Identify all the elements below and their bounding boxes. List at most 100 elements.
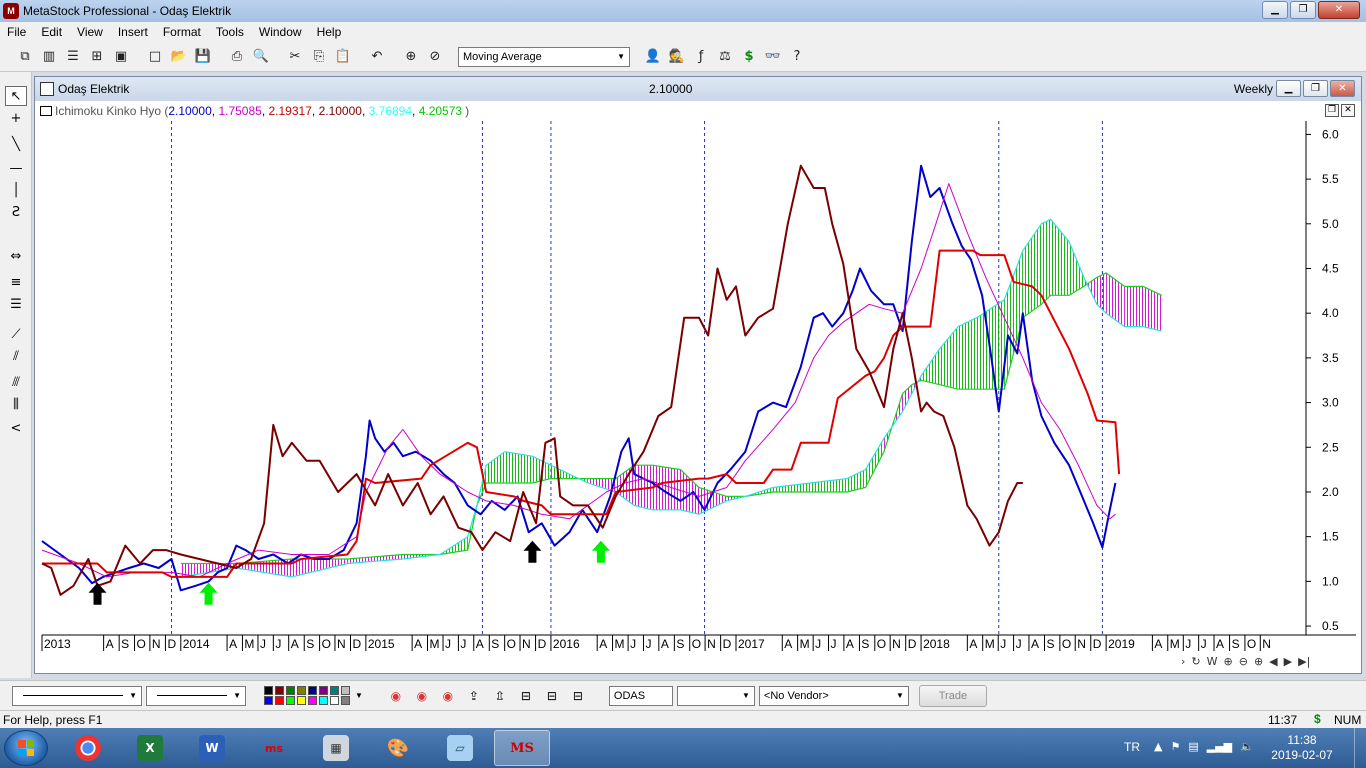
text-tool-icon[interactable]: Ƨ: [5, 202, 27, 222]
chart-close-button[interactable]: ✕: [1330, 80, 1355, 97]
language-indicator[interactable]: TR: [1124, 740, 1140, 754]
color-swatch[interactable]: [330, 686, 339, 695]
horizontal-line-tool-icon[interactable]: —: [5, 158, 27, 178]
tile-vertical-icon[interactable]: ▥: [38, 46, 60, 68]
color-swatch[interactable]: [330, 696, 339, 705]
show-hidden-icon[interactable]: ▲: [1154, 740, 1162, 753]
color-swatch[interactable]: [297, 686, 306, 695]
scroll-left-small-icon[interactable]: ›: [1181, 655, 1185, 668]
print-preview-icon[interactable]: 🔍: [250, 46, 272, 68]
minimize-button[interactable]: ▁: [1262, 1, 1288, 19]
scroll-bars-icon[interactable]: ↻: [1191, 655, 1200, 668]
taskbar-word[interactable]: W: [184, 730, 240, 766]
periodicity-select[interactable]: ▼: [676, 685, 755, 706]
cycle-lines-icon[interactable]: ⫼: [5, 394, 27, 414]
volume-icon[interactable]: 🔈: [1240, 740, 1254, 753]
line-weight-select[interactable]: ▼: [146, 685, 246, 706]
scroll-end-icon[interactable]: ▶|: [1298, 655, 1310, 668]
dollar-icon[interactable]: $: [738, 46, 760, 68]
scroll-tool-icon[interactable]: ⇔: [5, 246, 27, 266]
zoom-in-icon[interactable]: ⊕: [1254, 655, 1263, 668]
binoculars-icon[interactable]: 👓: [762, 46, 784, 68]
trade-button[interactable]: Trade: [918, 684, 987, 707]
color-palette[interactable]: [264, 686, 351, 705]
expert-advisor-icon[interactable]: 👤: [642, 46, 664, 68]
symbol-field[interactable]: ODAS: [608, 685, 673, 706]
parallel-lines-icon[interactable]: ⫻: [5, 372, 27, 392]
fibonacci-retracement-icon[interactable]: ≡: [5, 272, 27, 292]
maximize-button[interactable]: ❐: [1290, 1, 1316, 19]
gann-fan-icon[interactable]: ⫽: [5, 346, 27, 366]
zoom-out-icon[interactable]: ⊖: [1239, 655, 1248, 668]
cascade-icon[interactable]: ⧉: [14, 46, 36, 68]
chart-window[interactable]: 6.0 5.5 5.0 4.5 4.0 3.5 3.0 2.5 2.0 1.5 1.0 0.5 2013…: [34, 76, 1362, 674]
crosshair-tool-icon[interactable]: +: [5, 108, 27, 128]
chrome-icon[interactable]: ◉: [385, 686, 407, 706]
speed-lines-icon[interactable]: ⟋: [5, 324, 27, 344]
tile-grid-icon[interactable]: ⊞: [86, 46, 108, 68]
zoom-reset-icon[interactable]: ⊕: [1224, 655, 1233, 668]
menu-insert[interactable]: Insert: [111, 22, 156, 42]
window-bottom-icon[interactable]: ⊟: [567, 686, 589, 706]
insert-below-icon[interactable]: ⇫: [489, 686, 511, 706]
color-swatch[interactable]: [341, 696, 350, 705]
scroll-right-icon[interactable]: ▶: [1284, 655, 1292, 668]
chevron-down-icon[interactable]: ▼: [355, 691, 363, 700]
crosshair-icon[interactable]: ⊕: [400, 46, 422, 68]
network-signal-icon[interactable]: ▂▄▆: [1207, 740, 1232, 753]
inner-close-button[interactable]: ✕: [1341, 104, 1355, 117]
chart-minimize-button[interactable]: ▁: [1276, 80, 1301, 97]
taskbar-notepad[interactable]: ▱: [432, 730, 488, 766]
zoom-icon[interactable]: ⊘: [424, 46, 446, 68]
menu-help[interactable]: Help: [310, 22, 350, 42]
vendor-select[interactable]: <No Vendor> ▼: [758, 685, 909, 706]
help-pointer-icon[interactable]: ?: [786, 46, 808, 68]
color-swatch[interactable]: [264, 696, 273, 705]
indicator-legend[interactable]: Ichimoku Kinko Hyo ( 2.10000, 1.75085, 2…: [40, 103, 469, 119]
copy-icon[interactable]: ⎘: [308, 46, 330, 68]
line-style-select[interactable]: ▼: [12, 685, 142, 706]
undo-icon[interactable]: ↶: [366, 46, 388, 68]
show-desktop-button[interactable]: [1354, 728, 1366, 768]
color-swatch[interactable]: [319, 686, 328, 695]
color-swatch[interactable]: [341, 686, 350, 695]
menu-edit[interactable]: Edit: [34, 22, 70, 42]
vertical-line-tool-icon[interactable]: │: [5, 180, 27, 200]
taskbar-chrome[interactable]: [60, 730, 116, 766]
color-swatch[interactable]: [264, 686, 273, 695]
save-icon[interactable]: 💾: [192, 46, 214, 68]
trendline-tool-icon[interactable]: ╲: [5, 134, 27, 154]
paste-icon[interactable]: 📋: [332, 46, 354, 68]
taskbar-excel[interactable]: X: [122, 730, 178, 766]
system-tester-icon[interactable]: ⚖: [714, 46, 736, 68]
formula-icon[interactable]: ƒ: [690, 46, 712, 68]
taskbar-calculator[interactable]: ▦: [308, 730, 364, 766]
color-swatch[interactable]: [275, 686, 284, 695]
taskbar-clock[interactable]: 11:38 2019-02-07: [1270, 733, 1334, 763]
menu-file[interactable]: File: [0, 22, 34, 42]
ichimoku-chart[interactable]: 6.0 5.5 5.0 4.5 4.0 3.5 3.0 2.5 2.0 1.5 1.0 0.5 2013…: [35, 77, 1361, 673]
layout-icon[interactable]: ▣: [110, 46, 132, 68]
open-folder-icon[interactable]: 📂: [168, 46, 190, 68]
taskbar-paint[interactable]: 🎨: [370, 730, 426, 766]
explorer-icon[interactable]: 🕵: [666, 46, 688, 68]
color-swatch[interactable]: [275, 696, 284, 705]
fibonacci-fan-icon[interactable]: ☰: [5, 294, 27, 314]
menu-format[interactable]: Format: [156, 22, 209, 42]
flag-icon[interactable]: ⚑: [1170, 740, 1180, 753]
cut-icon[interactable]: ✂: [284, 46, 306, 68]
color-swatch[interactable]: [286, 686, 295, 695]
window-top-icon[interactable]: ⊟: [515, 686, 537, 706]
week-icon[interactable]: W: [1207, 655, 1218, 668]
color-swatch[interactable]: [308, 696, 317, 705]
window-middle-icon[interactable]: ⊟: [541, 686, 563, 706]
taskbar-metastock[interactable]: MS: [494, 730, 550, 766]
color-swatch[interactable]: [286, 696, 295, 705]
pointer-tool-icon[interactable]: ↖: [5, 86, 27, 106]
insert-above-icon[interactable]: ⇪: [463, 686, 485, 706]
taskbar-metastock-net[interactable]: ms: [246, 730, 302, 766]
color-swatch[interactable]: [319, 696, 328, 705]
chart-restore-button[interactable]: ❐: [1303, 80, 1328, 97]
new-file-icon[interactable]: □: [144, 46, 166, 68]
indicator-select[interactable]: Moving Average ▼: [458, 46, 630, 67]
